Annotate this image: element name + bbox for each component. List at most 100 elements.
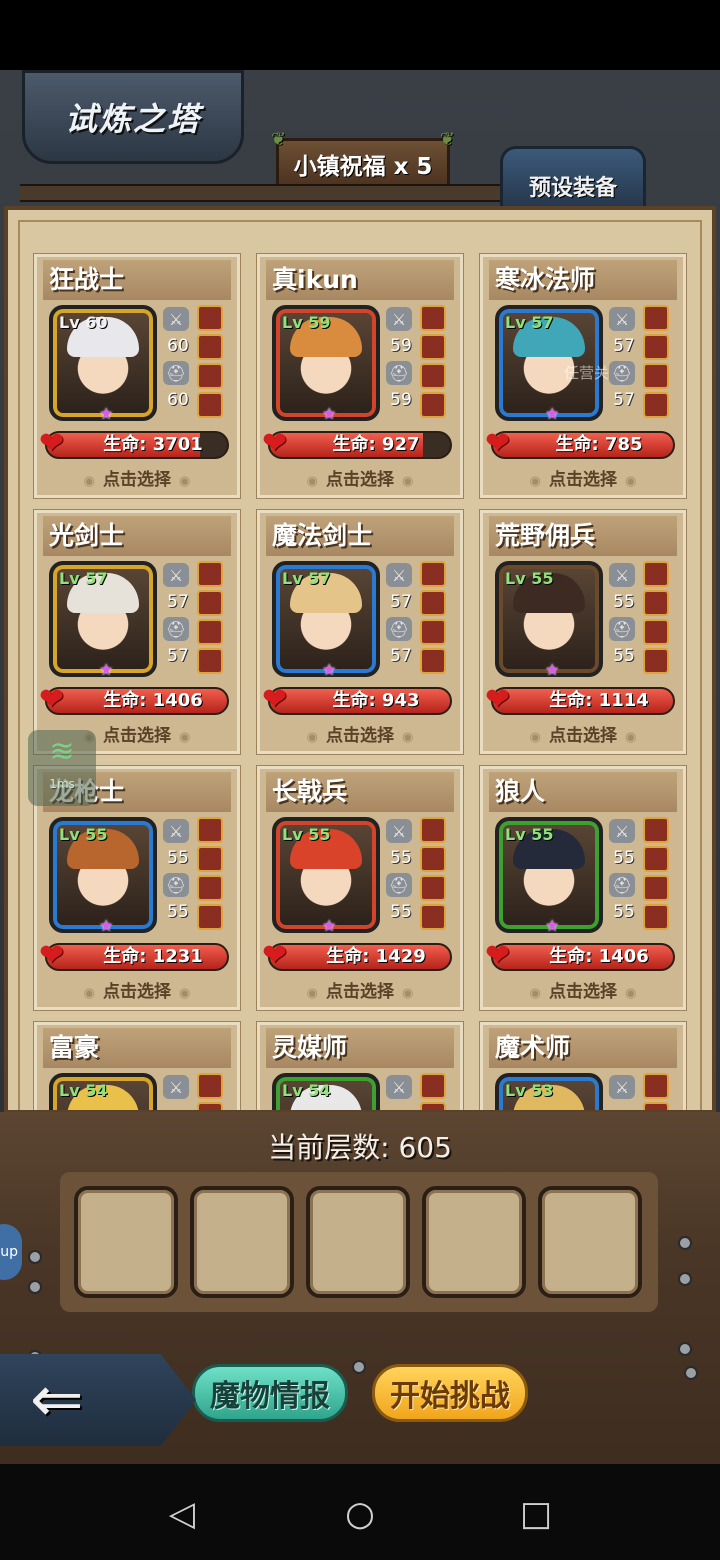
equipment-slot[interactable] (197, 846, 223, 872)
dot-icon: ◉ (529, 474, 541, 489)
rivet-icon (28, 1250, 42, 1264)
back-arrow-icon: ⇐ (30, 1363, 84, 1437)
equipment-slot[interactable] (643, 392, 669, 418)
network-widget[interactable]: ≋ 1ms (28, 730, 96, 806)
select-hint[interactable]: ◉ 点击选择 ◉ (37, 465, 237, 490)
hero-stats: ⚔ 59 ⛑ 59 (386, 305, 416, 425)
equipment-slot[interactable] (420, 305, 446, 331)
select-hint[interactable]: ◉ 点击选择 ◉ (483, 977, 683, 1002)
equipment-slot[interactable] (197, 875, 223, 901)
hero-portrait[interactable]: Lv 57 ★ (49, 561, 157, 679)
nav-back-icon[interactable]: ◁ (162, 1494, 202, 1534)
preset-equipment-tab[interactable]: 预设装备 (500, 146, 646, 208)
side-pill-button[interactable]: up (0, 1224, 22, 1280)
hero-card[interactable]: 荒野佣兵 Lv 55 ★ ⚔ 55 ⛑ 55 生命: 1114 ❤ ◉ 点击选择 ◉ (480, 510, 686, 754)
equipment-slot[interactable] (197, 619, 223, 645)
equipment-slot[interactable] (420, 904, 446, 930)
hero-card[interactable]: 长戟兵 Lv 55 ★ ⚔ 55 ⛑ 55 生命: 1429 ❤ ◉ 点击选择 ◉ (257, 766, 463, 1010)
hero-portrait[interactable]: Lv 55 ★ (495, 817, 603, 935)
hero-portrait[interactable]: Lv 55 ★ (495, 561, 603, 679)
equipment-slot[interactable] (643, 817, 669, 843)
team-slot-3[interactable] (306, 1186, 410, 1298)
hero-portrait[interactable]: Lv 54★ (272, 1073, 380, 1110)
star-icon: ★ (99, 404, 114, 423)
equipment-slot[interactable] (420, 392, 446, 418)
equipment-slot[interactable] (420, 648, 446, 674)
hp-bar: 生命: 1231 (45, 943, 229, 971)
team-slot-4[interactable] (422, 1186, 526, 1298)
hero-card[interactable]: 魔术师 Lv 53★⚔ (480, 1022, 686, 1110)
equipment-slot[interactable] (643, 334, 669, 360)
hero-stats: ⚔ 57 ⛑ 57 (163, 561, 193, 681)
select-hint[interactable]: ◉ 点击选择 ◉ (260, 465, 460, 490)
select-hint[interactable]: ◉ 点击选择 ◉ (260, 721, 460, 746)
equipment-slot[interactable] (197, 392, 223, 418)
equipment-slot[interactable] (420, 590, 446, 616)
hero-card[interactable]: 魔法剑士 Lv 57 ★ ⚔ 57 ⛑ 57 生命: 943 ❤ ◉ 点击选择 ◉ (257, 510, 463, 754)
hero-card[interactable]: 狼人 Lv 55 ★ ⚔ 55 ⛑ 55 生命: 1406 ❤ ◉ 点击选择 ◉ (480, 766, 686, 1010)
hero-card[interactable]: 真ikun Lv 59 ★ ⚔ 59 ⛑ 59 生命: 927 ❤ ◉ 点击选择 ◉ (257, 254, 463, 498)
equipment-slot[interactable] (643, 648, 669, 674)
back-button[interactable]: ⇐ (0, 1354, 196, 1446)
equipment-slot[interactable] (420, 363, 446, 389)
equipment-slot[interactable] (197, 363, 223, 389)
equipment-slot[interactable] (643, 619, 669, 645)
equipment-column (643, 559, 673, 677)
hp-text: 生命: 1406 (103, 690, 203, 711)
team-slot-5[interactable] (538, 1186, 642, 1298)
equipment-slot[interactable] (643, 561, 669, 587)
equipment-slot[interactable] (197, 817, 223, 843)
hero-portrait[interactable]: Lv 59 ★ (272, 305, 380, 423)
hero-portrait[interactable]: Lv 53★ (495, 1073, 603, 1110)
hp-bar: 生命: 3701 (45, 431, 229, 459)
equipment-slot[interactable] (643, 1073, 669, 1099)
hero-portrait[interactable]: Lv 57 ★ (272, 561, 380, 679)
equipment-slot[interactable] (643, 846, 669, 872)
hero-card[interactable]: 灵媒师 Lv 54★⚔ (257, 1022, 463, 1110)
equipment-slot[interactable] (197, 590, 223, 616)
equipment-slot[interactable] (420, 875, 446, 901)
equipment-slot[interactable] (197, 305, 223, 331)
select-hint[interactable]: ◉ 点击选择 ◉ (483, 721, 683, 746)
equipment-slot[interactable] (197, 648, 223, 674)
town-blessing-badge[interactable]: ❦ 小镇祝福 x 5 ❦ (271, 129, 455, 190)
sword-icon: ⚔ (386, 1075, 412, 1099)
equipment-slot[interactable] (420, 561, 446, 587)
equipment-slot[interactable] (197, 561, 223, 587)
dot-icon: ◉ (179, 730, 191, 745)
equipment-slot[interactable] (643, 363, 669, 389)
hp-bar: 生命: 1406 (45, 687, 229, 715)
hero-portrait[interactable]: Lv 60 ★ (49, 305, 157, 423)
select-hint[interactable]: ◉ 点击选择 ◉ (260, 977, 460, 1002)
hero-level: Lv 55 (505, 825, 554, 844)
equipment-slot[interactable] (420, 334, 446, 360)
team-slot-1[interactable] (74, 1186, 178, 1298)
nav-recents-icon[interactable]: □ (516, 1494, 556, 1534)
hero-portrait[interactable]: Lv 55 ★ (272, 817, 380, 935)
equipment-slot[interactable] (420, 619, 446, 645)
equipment-slot[interactable] (643, 904, 669, 930)
equipment-slot[interactable] (420, 1073, 446, 1099)
nav-home-icon[interactable]: ○ (340, 1494, 380, 1534)
equipment-slot[interactable] (197, 904, 223, 930)
equipment-slot[interactable] (643, 305, 669, 331)
monster-info-button[interactable]: 魔物情报 (192, 1364, 348, 1422)
equipment-slot[interactable] (643, 590, 669, 616)
equipment-slot[interactable] (197, 1073, 223, 1099)
hero-card[interactable]: 狂战士 Lv 60 ★ ⚔ 60 ⛑ 60 生命: 3701 ❤ ◉ 点击选择 ◉ (34, 254, 240, 498)
hero-portrait[interactable]: Lv 55 ★ (49, 817, 157, 935)
sword-icon: ⚔ (386, 563, 412, 587)
hero-portrait[interactable]: Lv 54★ (49, 1073, 157, 1110)
equipment-slot[interactable] (643, 875, 669, 901)
start-challenge-button[interactable]: 开始挑战 (372, 1364, 528, 1422)
select-hint[interactable]: ◉ 点击选择 ◉ (37, 977, 237, 1002)
select-hint[interactable]: ◉ 点击选择 ◉ (483, 465, 683, 490)
hero-card[interactable]: 光剑士Lv 57★⚔57⛑57生命: 1406❤◉点击选择◉ (34, 510, 240, 754)
equipment-slot[interactable] (420, 846, 446, 872)
equipment-column (643, 815, 673, 933)
hero-card[interactable]: 富豪 Lv 54★⚔ (34, 1022, 240, 1110)
hero-list-panel[interactable]: 狂战士 Lv 60 ★ ⚔ 60 ⛑ 60 生命: 3701 ❤ ◉ 点击选择 ◉ 真ikun Lv 59… (4, 206, 716, 1114)
equipment-slot[interactable] (197, 334, 223, 360)
team-slot-2[interactable] (190, 1186, 294, 1298)
equipment-slot[interactable] (420, 817, 446, 843)
